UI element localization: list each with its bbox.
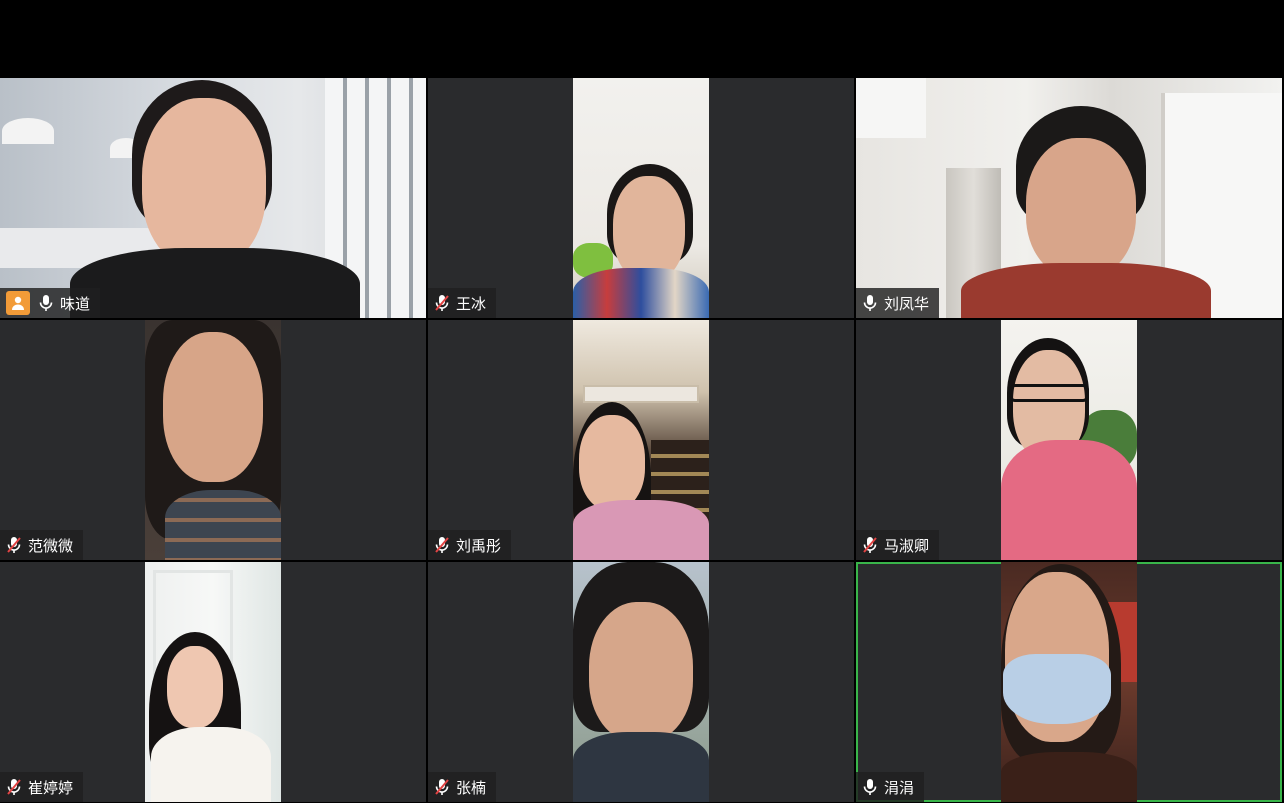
participant-tile-9[interactable]: 涓涓 (856, 562, 1282, 802)
microphone-icon[interactable] (38, 294, 54, 312)
participant-name: 刘禹彤 (456, 536, 502, 555)
participant-name-tag: 刘凤华 (856, 288, 940, 318)
participant-tile-7[interactable]: 崔婷婷 (0, 562, 426, 802)
participant-name: 王冰 (456, 294, 487, 313)
participant-name-tag: 崔婷婷 (0, 772, 84, 802)
host-icon (6, 291, 30, 315)
microphone-muted-icon[interactable] (6, 778, 22, 796)
participant-name-tag: 马淑卿 (856, 530, 940, 560)
participant-name-tag: 味道 (0, 288, 101, 318)
microphone-muted-icon[interactable] (862, 536, 878, 554)
participant-video (573, 78, 709, 318)
participant-name: 张楠 (456, 778, 487, 797)
microphone-muted-icon[interactable] (434, 536, 450, 554)
participant-tile-4[interactable]: 范微微 (0, 320, 426, 560)
video-grid: 味道 王冰 刘凤华 范微微 刘禹彤 马淑卿 崔婷婷 张楠 涓涓 (0, 78, 1284, 802)
participant-video (1001, 320, 1137, 560)
microphone-muted-icon[interactable] (6, 536, 22, 554)
participant-tile-6[interactable]: 马淑卿 (856, 320, 1282, 560)
participant-name-tag: 王冰 (428, 288, 497, 318)
microphone-muted-icon[interactable] (434, 294, 450, 312)
participant-name-tag: 涓涓 (856, 772, 925, 802)
participant-name: 马淑卿 (884, 536, 930, 555)
participant-video (573, 562, 709, 802)
participant-video (573, 320, 709, 560)
participant-tile-1[interactable]: 味道 (0, 78, 426, 318)
participant-name: 涓涓 (884, 778, 915, 797)
participant-name-tag: 张楠 (428, 772, 497, 802)
participant-video (1001, 562, 1137, 802)
microphone-icon[interactable] (862, 778, 878, 796)
microphone-icon[interactable] (862, 294, 878, 312)
participant-video (856, 78, 1282, 318)
microphone-muted-icon[interactable] (434, 778, 450, 796)
participant-name: 味道 (60, 294, 91, 313)
participant-tile-2[interactable]: 王冰 (428, 78, 854, 318)
participant-name-tag: 刘禹彤 (428, 530, 512, 560)
participant-tile-3[interactable]: 刘凤华 (856, 78, 1282, 318)
participant-video (145, 320, 281, 560)
participant-video (145, 562, 281, 802)
participant-name: 崔婷婷 (28, 778, 74, 797)
participant-name-tag: 范微微 (0, 530, 84, 560)
participant-tile-8[interactable]: 张楠 (428, 562, 854, 802)
participant-tile-5[interactable]: 刘禹彤 (428, 320, 854, 560)
participant-video (0, 78, 426, 318)
participant-name: 范微微 (28, 536, 74, 555)
participant-name: 刘凤华 (884, 294, 930, 313)
